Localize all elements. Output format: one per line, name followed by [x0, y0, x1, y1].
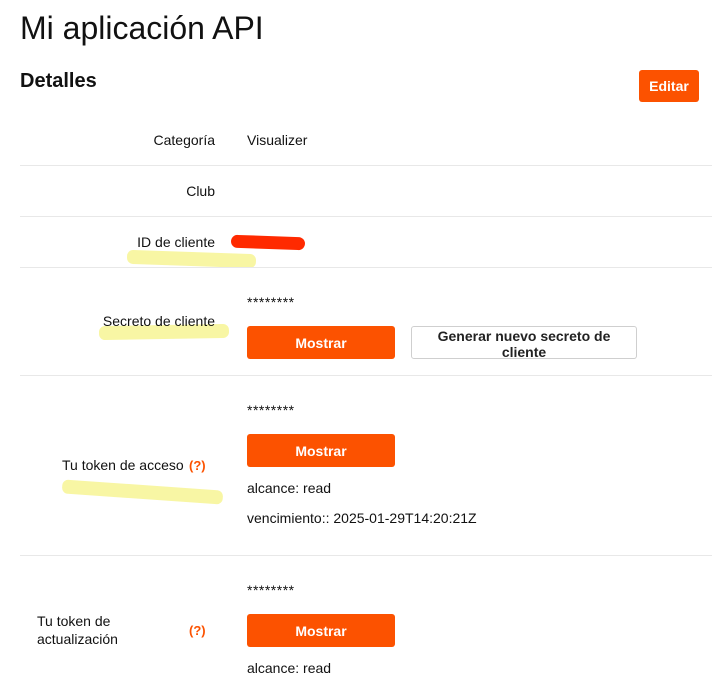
client-id-label: ID de cliente — [137, 234, 215, 250]
highlighter-mark — [61, 479, 224, 505]
access-token-masked: ******** — [247, 402, 295, 418]
refresh-token-help-icon[interactable]: (?) — [189, 623, 206, 638]
regenerate-client-secret-button[interactable]: Generar nuevo secreto de cliente — [411, 326, 637, 360]
redaction-mark — [230, 234, 306, 251]
access-token-help-icon[interactable]: (?) — [189, 458, 206, 473]
access-token-label: Tu token de acceso — [62, 457, 184, 473]
show-access-token-button[interactable]: Mostrar — [247, 434, 395, 467]
refresh-token-scope: alcance: read — [247, 660, 332, 676]
refresh-token-label-line2: actualización — [37, 631, 118, 647]
access-token-scope: alcance: read — [247, 480, 332, 496]
row-divider — [20, 216, 712, 217]
edit-button[interactable]: Editar — [639, 70, 699, 102]
show-client-secret-button[interactable]: Mostrar — [247, 326, 395, 359]
show-refresh-token-button[interactable]: Mostrar — [247, 614, 395, 647]
row-divider — [20, 165, 712, 166]
details-heading: Detalles — [20, 70, 97, 92]
row-divider — [20, 555, 712, 556]
row-divider — [20, 375, 712, 376]
client-secret-label: Secreto de cliente — [102, 313, 215, 329]
refresh-token-label-line1: Tu token de — [37, 613, 111, 629]
category-value: Visualizer — [247, 132, 308, 148]
category-label: Categoría — [153, 132, 215, 148]
row-divider — [20, 267, 712, 268]
client-secret-masked: ******** — [247, 294, 295, 310]
access-token-expiry: vencimiento:: 2025-01-29T14:20:21Z — [247, 510, 477, 526]
refresh-token-masked: ******** — [247, 582, 295, 598]
club-label: Club — [186, 183, 215, 199]
page-title: Mi aplicación API — [20, 10, 264, 46]
highlighter-mark — [126, 249, 257, 269]
